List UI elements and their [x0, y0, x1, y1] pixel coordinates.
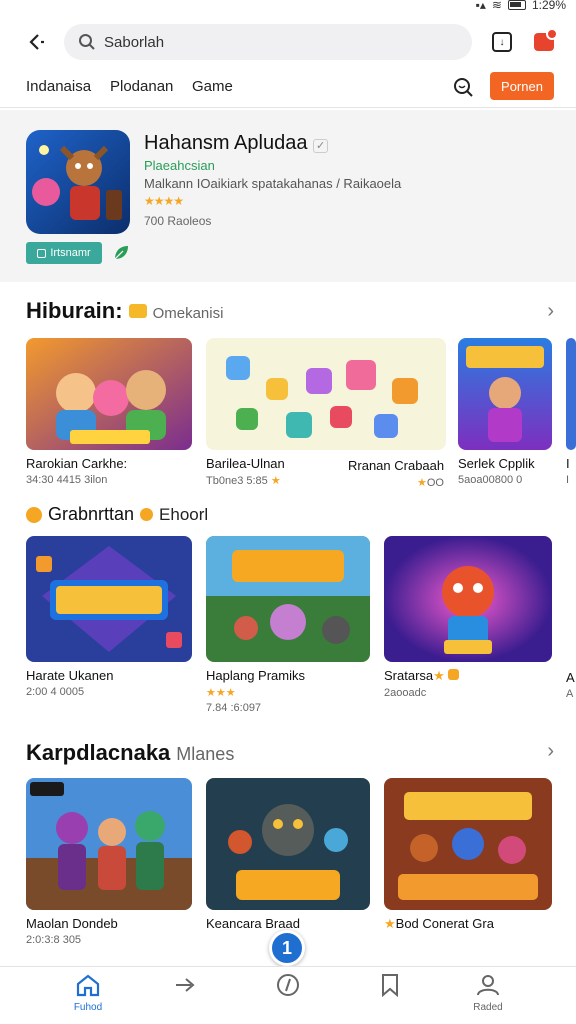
app-thumbnail [26, 338, 192, 450]
search-icon [79, 34, 95, 50]
tab-indanaisa[interactable]: Indanaisa [26, 78, 91, 95]
featured-rating: ★★★★ [144, 194, 184, 208]
nav-saved[interactable] [360, 973, 420, 1000]
star-icon: ★ [270, 475, 281, 487]
nav-explore[interactable] [258, 973, 318, 1000]
pro-button[interactable]: Pornen [490, 72, 554, 100]
section-grabnrttan-header: Grabnrttan Ehoorl [26, 504, 208, 525]
category-tabs: Indanaisa Plodanan Game Pornen [0, 70, 576, 108]
app-thumbnail [206, 778, 370, 910]
app-thumbnail [206, 536, 370, 662]
search-input[interactable] [104, 33, 444, 51]
ticket-icon [128, 304, 147, 318]
star-icon: ★ [384, 916, 396, 931]
featured-app-icon [26, 130, 130, 234]
app-card[interactable]: Haplang Pramiks ★★★ 7.84 :6:097 [206, 536, 370, 714]
app-card-label[interactable]: Rranan Crabaah ★OO [348, 458, 448, 489]
app-card[interactable]: Sratarsa★ 2aooadc [384, 536, 552, 699]
featured-title: Hahansm Apludaa ✓ [144, 132, 329, 155]
share-icon [176, 978, 195, 992]
back-arrow-icon [29, 34, 44, 50]
cart-button[interactable] [530, 28, 558, 56]
leaf-icon [114, 246, 128, 260]
tab-plodanan[interactable]: Plodanan [110, 78, 173, 95]
star-icon: ★ [417, 477, 427, 489]
featured-developer: Plaeahcsian [144, 158, 215, 173]
app-card[interactable]: I I [566, 338, 576, 486]
status-bar: ▪▴ ≋ 1:29% [0, 0, 576, 14]
app-thumbnail [26, 536, 192, 662]
search-bar[interactable] [64, 24, 472, 60]
star-icon: ★ [433, 668, 445, 683]
app-thumbnail [26, 778, 192, 910]
app-card[interactable]: Maolan Dondeb 2:0:3:8 305 [26, 778, 192, 946]
nav-profile[interactable]: Raded [458, 973, 518, 1013]
battery-icon [507, 0, 526, 10]
cart-icon [534, 28, 558, 51]
section-hiburain-header: Hiburain: Omekanisi [26, 298, 224, 323]
app-thumbnail [458, 338, 552, 450]
featured-review-count: 700 Raoleos [144, 214, 212, 228]
app-thumbnail [384, 778, 552, 910]
section-karpdlacnaka-more[interactable]: › [547, 740, 554, 763]
app-card[interactable]: ★Bod Conerat Gra [384, 778, 552, 932]
compass-icon [277, 974, 299, 996]
install-button[interactable]: Irtsnamr [26, 242, 102, 264]
coin-icon [26, 506, 42, 523]
home-icon [76, 974, 100, 997]
nav-home[interactable]: Fuhod [58, 973, 118, 1013]
wifi-icon: ≋ [491, 0, 502, 12]
download-icon: ↓ [492, 32, 512, 52]
rating-stars: ★★★ [206, 687, 236, 699]
install-icon [37, 248, 47, 258]
app-card[interactable]: Harate Ukanen 2:00 4 0005 [26, 536, 192, 698]
bookmark-icon [382, 974, 398, 998]
featured-description: Malkann IOaikiark spatakahanas / Raikaoe… [144, 176, 402, 191]
section-hiburain-more[interactable]: › [547, 300, 554, 323]
search-scan-icon[interactable] [452, 76, 474, 98]
profile-icon [477, 975, 499, 996]
app-card[interactable]: Rarokian Carkhe: 34:30 4415 3ilon [26, 338, 192, 486]
verified-icon: ✓ [313, 139, 329, 153]
coin-icon [448, 669, 460, 680]
app-thumbnail [384, 536, 552, 662]
app-card[interactable]: A A [566, 670, 576, 700]
signal-icon: ▪▴ [475, 0, 486, 12]
battery-text: 1:29% [531, 0, 566, 12]
top-bar: ↓ [0, 20, 576, 64]
featured-app[interactable]: Hahansm Apludaa ✓ Plaeahcsian Malkann IO… [0, 110, 576, 282]
bottom-navigation: Fuhod Raded [0, 966, 576, 1024]
nav-share[interactable] [156, 973, 216, 1000]
notification-fab[interactable]: 1 [269, 930, 305, 966]
tab-game[interactable]: Game [192, 78, 233, 95]
back-button[interactable] [20, 26, 52, 58]
coin-icon [140, 508, 154, 521]
app-card[interactable]: Serlek Cpplik 5aoa00800 0 [458, 338, 552, 486]
download-button[interactable]: ↓ [488, 28, 516, 56]
section-karpdlacnaka-header: Karpdlacnaka Mlanes [26, 740, 235, 765]
app-thumbnail [566, 338, 576, 450]
app-card[interactable]: Keancara Braad [206, 778, 370, 931]
app-thumbnail [206, 338, 446, 450]
